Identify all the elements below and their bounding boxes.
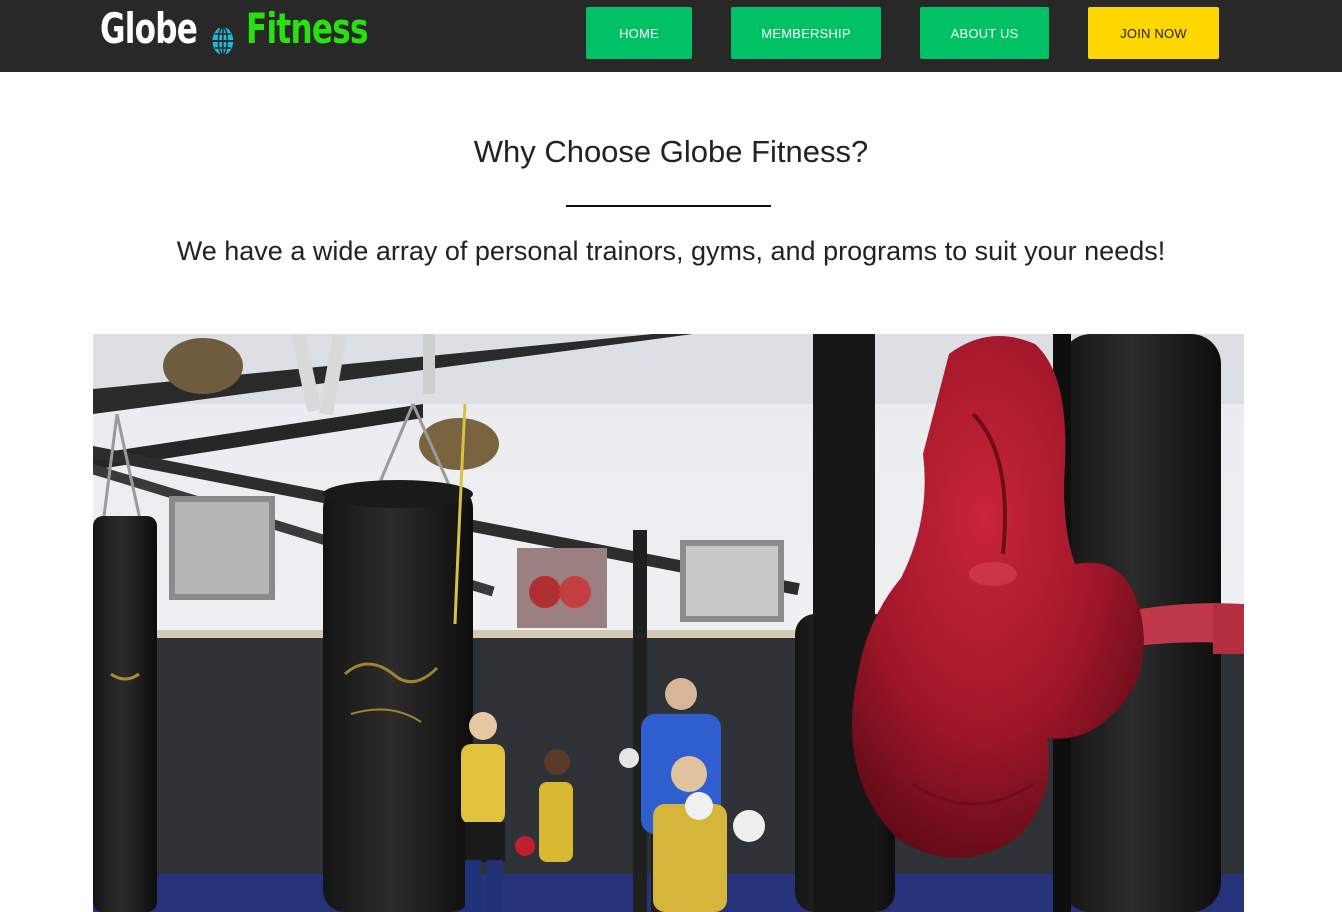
- navbar: Globe Fitness HOME MEMBERSHIP ABOUT US J…: [0, 0, 1342, 72]
- globe-icon: [210, 18, 235, 56]
- brand-name-globe: Globe: [100, 3, 198, 53]
- nav-home-button[interactable]: HOME: [586, 7, 692, 59]
- nav-membership-button[interactable]: MEMBERSHIP: [731, 7, 881, 59]
- brand-name-fitness: Fitness: [245, 3, 369, 53]
- section-subheading: We have a wide array of personal trainor…: [176, 236, 1166, 266]
- brand-logo[interactable]: Globe Fitness: [100, 0, 369, 56]
- gym-hero-image: [93, 334, 1244, 912]
- join-now-button[interactable]: JOIN NOW: [1088, 7, 1219, 59]
- section-heading: Why Choose Globe Fitness?: [473, 134, 869, 169]
- heading-divider: [566, 205, 771, 207]
- nav-about-button[interactable]: ABOUT US: [920, 7, 1049, 59]
